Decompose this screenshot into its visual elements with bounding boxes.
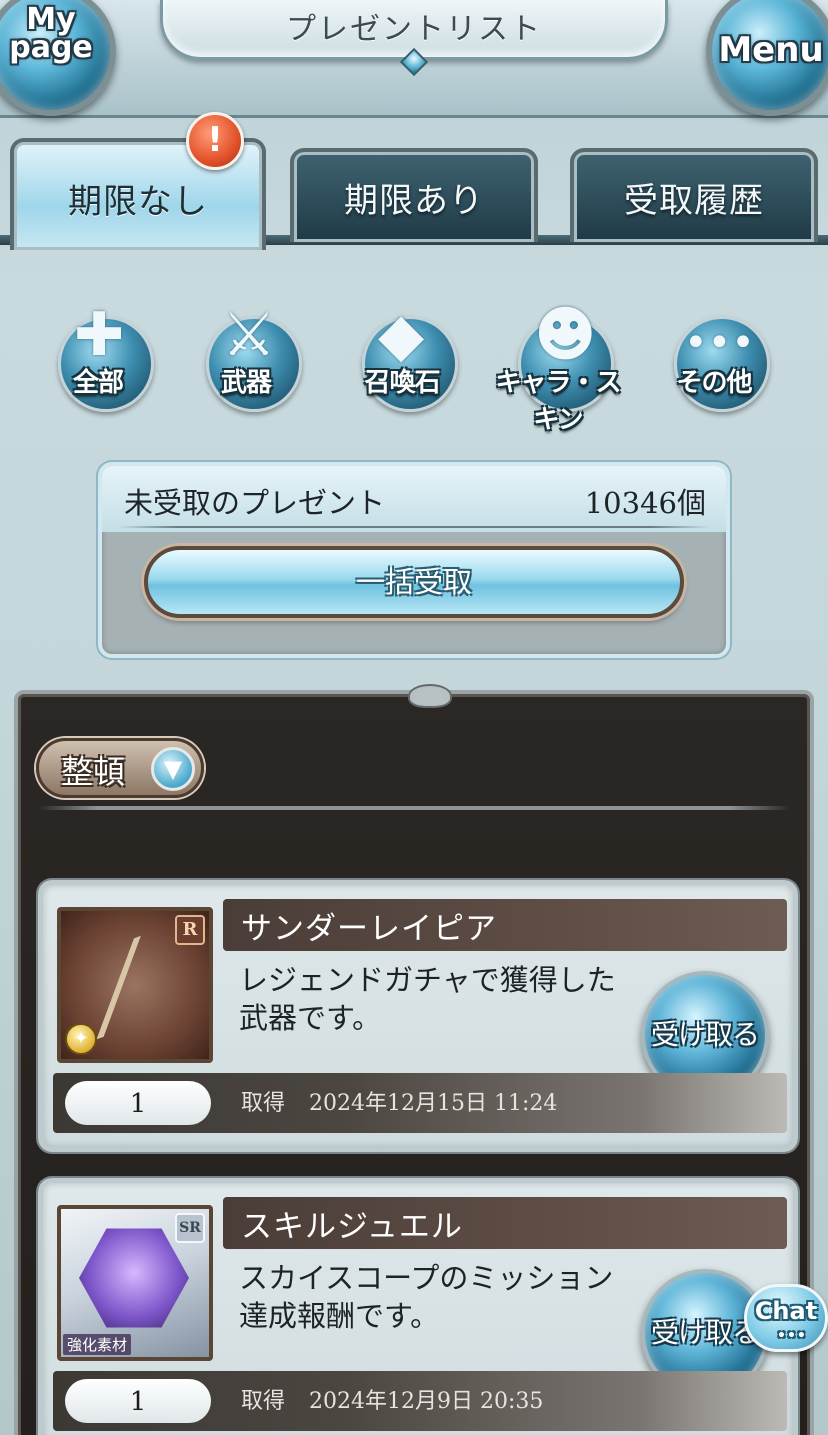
acquired-date: 2024年12月15日 11:24 bbox=[309, 1091, 558, 1116]
unreceived-label: 未受取のプレゼント bbox=[124, 486, 386, 520]
tab-with-expiry[interactable]: 期限あり bbox=[290, 148, 538, 242]
alert-badge-icon: ! bbox=[186, 112, 244, 170]
category-character-skin-label: キャラ・スキン bbox=[495, 368, 621, 435]
tab-no-expiry-label: 期限なし bbox=[68, 182, 208, 222]
summary-divider bbox=[118, 526, 710, 528]
chat-label: Chat bbox=[754, 1297, 818, 1325]
present-summary-panel: 未受取のプレゼント 10346個 一括受取 bbox=[98, 462, 730, 658]
light-element-icon: ✦ bbox=[65, 1023, 97, 1055]
category-summon[interactable]: ◆ 召喚石 bbox=[342, 300, 462, 414]
chevron-down-icon: ▼ bbox=[151, 747, 195, 791]
item-info-bar: 1 取得 2024年12月15日 11:24 bbox=[53, 1073, 787, 1133]
crystal-glyph: ◆ bbox=[378, 300, 425, 370]
menu-label: Menu bbox=[718, 30, 824, 70]
panel-divider bbox=[38, 806, 790, 810]
rarity-badge: SR bbox=[175, 1213, 205, 1243]
tab-bar: 期限なし 期限あり 受取履歴 ! bbox=[0, 112, 828, 250]
tab-receive-history-label: 受取履歴 bbox=[624, 181, 764, 221]
item-name: スキルジュエル bbox=[241, 1209, 463, 1245]
quantity-value: 1 bbox=[65, 1081, 211, 1125]
acquired-label: 取得 bbox=[241, 1091, 286, 1116]
sort-button[interactable]: 整頓 ▼ bbox=[36, 738, 204, 798]
rarity-badge: R bbox=[175, 915, 205, 945]
category-summon-label: 召喚石 bbox=[364, 368, 440, 398]
mypage-button[interactable]: My page bbox=[0, 0, 116, 116]
more-dots-glyph: ••• bbox=[684, 320, 755, 366]
bulk-receive-button[interactable]: 一括受取 bbox=[144, 546, 684, 618]
material-tag: 強化素材 bbox=[63, 1334, 132, 1355]
item-thumbnail: ⟋ R ✦ bbox=[57, 907, 213, 1063]
present-list-panel: 整頓 ▼ ⟋ R ✦ サンダーレイピア レジェンドガチャで獲得した武器です。 受… bbox=[14, 684, 814, 1435]
category-all-label: 全部 bbox=[72, 368, 124, 398]
acquired-date: 2024年12月9日 20:35 bbox=[309, 1389, 544, 1414]
mypage-label-line2: page bbox=[9, 30, 93, 65]
item-thumbnail: SR 強化素材 bbox=[57, 1205, 213, 1361]
present-card: ⟋ R ✦ サンダーレイピア レジェンドガチャで獲得した武器です。 受け取る 1… bbox=[38, 880, 798, 1152]
quantity-value: 1 bbox=[65, 1379, 211, 1423]
tab-receive-history[interactable]: 受取履歴 bbox=[570, 148, 818, 242]
present-card: SR 強化素材 スキルジュエル スカイスコープのミッション達成報酬です。 受け取… bbox=[38, 1178, 798, 1435]
category-all[interactable]: ✚ 全部 bbox=[38, 300, 158, 414]
item-name: サンダーレイピア bbox=[241, 911, 497, 947]
item-name-bar: サンダーレイピア bbox=[223, 899, 787, 951]
character-glyph: ☻ bbox=[534, 300, 597, 370]
item-info-bar: 1 取得 2024年12月9日 20:35 bbox=[53, 1371, 787, 1431]
item-name-bar: スキルジュエル bbox=[223, 1197, 787, 1249]
menu-button[interactable]: Menu bbox=[706, 0, 828, 116]
jewel-icon bbox=[79, 1228, 189, 1328]
category-other-label: その他 bbox=[676, 368, 752, 398]
category-weapon-label: 武器 bbox=[220, 368, 272, 398]
page-title: プレゼントリスト bbox=[286, 12, 542, 47]
chat-dots-icon: ••• bbox=[777, 1328, 807, 1344]
unreceived-count: 10346個 bbox=[584, 486, 706, 520]
category-other[interactable]: ••• その他 bbox=[654, 306, 774, 414]
item-description: レジェンドガチャで獲得した武器です。 bbox=[239, 963, 616, 1035]
tab-with-expiry-label: 期限あり bbox=[344, 181, 484, 221]
sort-label: 整頓 bbox=[61, 753, 126, 791]
all-items-glyph: ✚ bbox=[74, 300, 125, 370]
chat-button[interactable]: Chat ••• bbox=[744, 1284, 828, 1352]
category-weapon[interactable]: ⚔ 武器 bbox=[186, 300, 306, 414]
header-bar: プレゼントリスト My page Menu bbox=[0, 0, 828, 118]
sword-glyph: ⚔ bbox=[222, 300, 276, 370]
acquired-label: 取得 bbox=[241, 1389, 286, 1414]
item-description: スカイスコープのミッション達成報酬です。 bbox=[239, 1261, 614, 1333]
panel-ornament-icon bbox=[408, 684, 452, 708]
category-character-skin[interactable]: ☻ キャラ・スキン bbox=[495, 300, 621, 435]
